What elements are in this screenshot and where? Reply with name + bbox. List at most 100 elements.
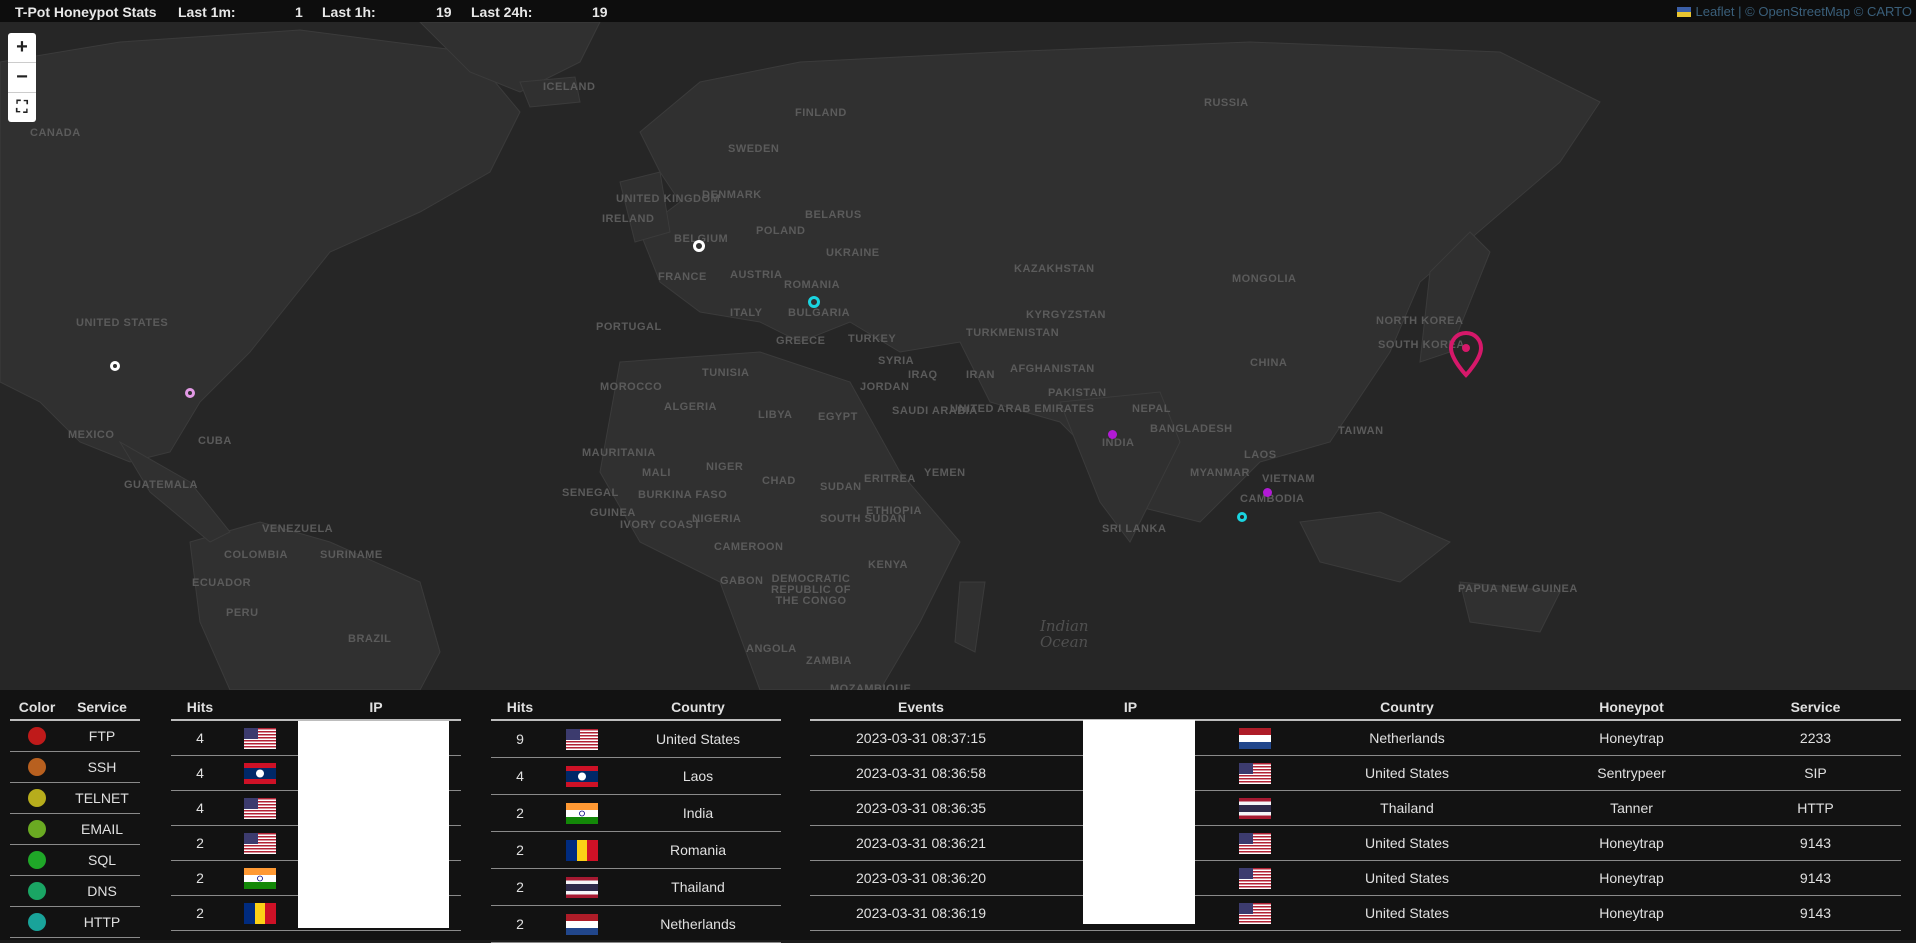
map-label: ANGOLA: [746, 643, 797, 655]
service-row: TELNET: [10, 782, 140, 814]
event-row[interactable]: 2023-03-31 08:36:21 United States Honeytra…: [810, 825, 1901, 861]
map-attribution: Leaflet | © OpenStreetMap © CARTO: [1677, 4, 1912, 19]
osm-link[interactable]: © OpenStreetMap: [1745, 4, 1850, 19]
map-label: CUBA: [198, 435, 232, 447]
map-label: ECUADOR: [192, 577, 252, 589]
flag-nl-icon: [1239, 727, 1271, 749]
map-label: PERU: [226, 607, 259, 619]
map-label: MYANMAR: [1190, 467, 1250, 479]
map-label: SRI LANKA: [1102, 523, 1167, 535]
leaflet-link[interactable]: Leaflet: [1695, 4, 1734, 19]
map-label: MALI: [642, 467, 671, 479]
zoom-out-button[interactable]: −: [8, 63, 36, 93]
map-label: ROMANIA: [784, 279, 841, 291]
ip-hit-count: 2: [171, 895, 229, 931]
event-row[interactable]: 2023-03-31 08:36:58 United States Sentrype…: [810, 755, 1901, 791]
events-table: Events IP Country Honeypot Service 2023-…: [810, 695, 1901, 931]
attack-marker-laos[interactable]: [1263, 488, 1272, 497]
map-label: MONGOLIA: [1232, 273, 1297, 285]
world-map[interactable]: + − ⛶ CANADA UNITED STATES MEXICO CUBA GUATE…: [0, 22, 1916, 690]
attack-marker-belgium[interactable]: [693, 240, 705, 252]
service-color-dot: [28, 758, 46, 777]
event-row[interactable]: 2023-03-31 08:36:20 United States Honeytra…: [810, 860, 1901, 896]
map-label: YEMEN: [924, 467, 966, 479]
map-label: UKRAINE: [826, 247, 880, 259]
map-label: TURKEY: [848, 333, 897, 345]
country-hits-row[interactable]: 2 Romania: [491, 831, 781, 869]
attack-marker-usa-east[interactable]: [185, 388, 195, 398]
ip-hit-count: 4: [171, 720, 229, 756]
event-row[interactable]: 2023-03-31 08:36:19 United States Honeytra…: [810, 895, 1901, 931]
honeypot-location-pin-icon[interactable]: [1448, 330, 1484, 378]
map-label: MOROCCO: [600, 381, 663, 393]
event-row[interactable]: 2023-03-31 08:36:35 Thailand Tanner HTTP: [810, 790, 1901, 826]
map-label: NEPAL: [1132, 403, 1171, 415]
flag-in-icon: [566, 802, 598, 824]
ip-hit-count: 4: [171, 755, 229, 791]
map-label: SWEDEN: [728, 143, 780, 155]
map-label: TURKMENISTAN: [966, 327, 1060, 339]
service-color-dot: [28, 820, 46, 839]
event-time: 2023-03-31 08:36:20: [810, 860, 1032, 896]
ip-hit-count: 4: [171, 790, 229, 826]
country-hits-row[interactable]: 2 India: [491, 794, 781, 832]
map-label: PAKISTAN: [1048, 387, 1107, 399]
event-service: SIP: [1730, 755, 1901, 791]
map-label: EGYPT: [818, 411, 858, 423]
service-name: DNS: [64, 875, 140, 907]
service-row: FTP: [10, 720, 140, 752]
country-hits-row[interactable]: 2 Thailand: [491, 868, 781, 906]
map-label: CANADA: [30, 127, 81, 139]
event-service: 2233: [1730, 720, 1901, 756]
service-color-dot: [28, 882, 46, 901]
event-honeypot: Tanner: [1533, 790, 1730, 826]
attack-marker-romania[interactable]: [808, 296, 820, 308]
event-row[interactable]: 2023-03-31 08:37:15 Netherlands Honeytrap 2…: [810, 720, 1901, 756]
service-color-dot: [28, 727, 46, 746]
map-label: COLOMBIA: [224, 549, 288, 561]
map-label: PAPUA NEW GUINEA: [1458, 583, 1578, 595]
country-hits-row[interactable]: 9 United States: [491, 720, 781, 758]
flag-us-icon: [244, 832, 276, 854]
flag-in-icon: [244, 867, 276, 889]
attack-marker-usa[interactable]: [110, 361, 120, 371]
flag-us-icon: [1239, 902, 1271, 924]
map-label: UNITED STATES: [76, 317, 169, 329]
map-label: BELARUS: [805, 209, 862, 221]
map-label: NIGERIA: [692, 513, 742, 525]
map-label: ETHIOPIA: [866, 505, 922, 517]
map-label: RUSSIA: [1204, 97, 1249, 109]
last-24h-value: 19: [592, 4, 608, 20]
map-label: MEXICO: [68, 429, 115, 441]
redacted-ip-block: [298, 721, 449, 928]
service-color-dot: [28, 851, 46, 870]
country-hits-row[interactable]: 2 Netherlands: [491, 905, 781, 943]
attack-marker-india[interactable]: [1108, 430, 1117, 439]
zoom-in-button[interactable]: +: [8, 33, 36, 63]
map-label: PORTUGAL: [596, 321, 662, 333]
event-honeypot: Sentrypeer: [1533, 755, 1730, 791]
map-label: GUINEA: [590, 507, 636, 519]
fullscreen-icon[interactable]: ⛶: [8, 93, 36, 122]
map-label: CHINA: [1250, 357, 1288, 369]
country-hit-count: 9: [491, 720, 549, 758]
last-1m-label: Last 1m:: [178, 4, 236, 20]
map-label: SENEGAL: [562, 487, 619, 499]
service-name: TELNET: [64, 782, 140, 814]
flag-la-icon: [244, 762, 276, 784]
map-label: GUATEMALA: [124, 479, 198, 491]
map-label: DENMARK: [702, 189, 762, 201]
map-label: FINLAND: [795, 107, 847, 119]
country-hit-count: 4: [491, 757, 549, 795]
map-label: BULGARIA: [788, 307, 851, 319]
last-1h-label: Last 1h:: [322, 4, 376, 20]
map-label: VENEZUELA: [262, 523, 334, 535]
map-landmass: [0, 22, 1601, 690]
carto-link[interactable]: © CARTO: [1854, 4, 1912, 19]
flag-us-icon: [244, 797, 276, 819]
attack-marker-thailand[interactable]: [1237, 512, 1247, 522]
service-row: EMAIL: [10, 813, 140, 845]
country-hits-row[interactable]: 4 Laos: [491, 757, 781, 795]
country-hits-table: Hits Country 9 United States 4 Laos 2 India 2 R…: [491, 695, 781, 943]
country-name: India: [615, 794, 781, 832]
